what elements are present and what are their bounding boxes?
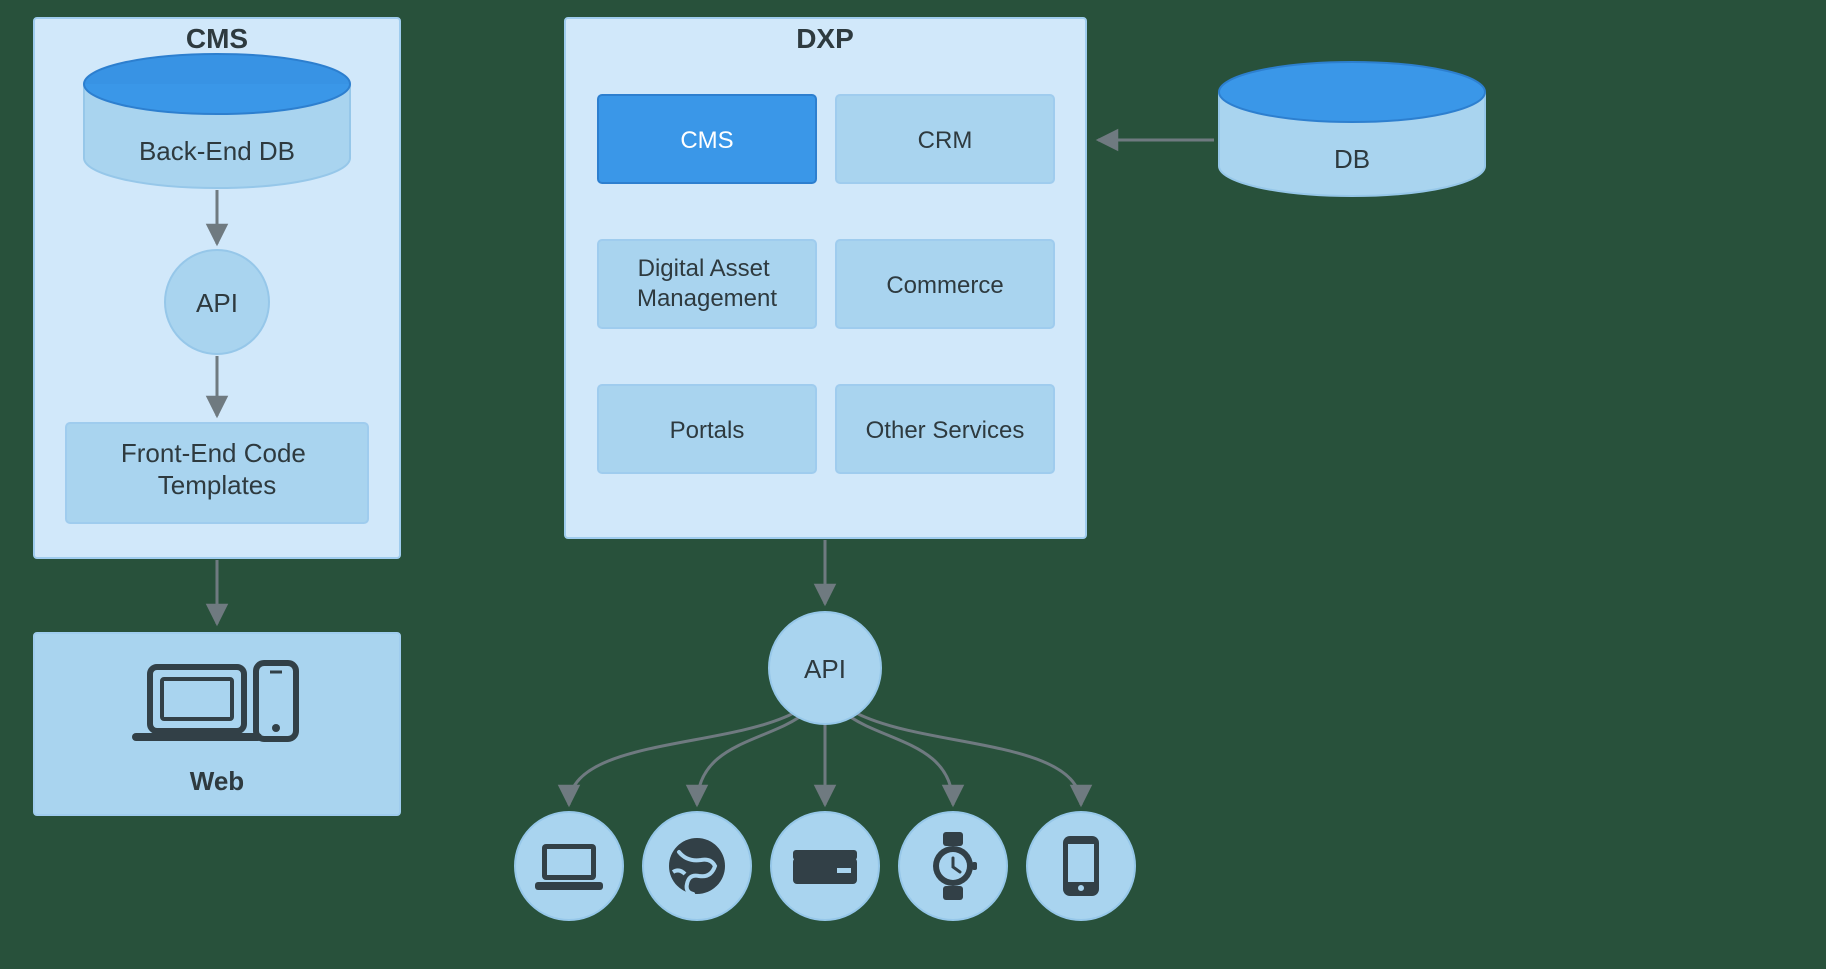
cms-title: CMS (186, 23, 248, 54)
dxp-title: DXP (796, 23, 854, 54)
dxp-card-commerce-label: Commerce (886, 272, 1003, 299)
dxp-card-crm-label: CRM (918, 127, 973, 154)
dxp-card-dam (598, 240, 816, 328)
dxp-card-portals-label: Portals (670, 417, 745, 444)
cms-api-label: API (196, 288, 238, 318)
backend-db-icon (84, 54, 350, 188)
channel-phone (1027, 812, 1135, 920)
channel-set-top (771, 812, 879, 920)
phone-icon (1063, 836, 1099, 896)
dxp-api-label: API (804, 654, 846, 684)
dxp-card-cms-label: CMS (680, 127, 733, 154)
channel-laptop (515, 812, 623, 920)
dxp-card-other-label: Other Services (866, 417, 1025, 444)
web-label: Web (190, 766, 244, 796)
globe-icon (669, 838, 725, 894)
channel-globe (643, 812, 751, 920)
external-db-label: DB (1334, 144, 1370, 174)
external-db-icon (1219, 62, 1485, 196)
laptop-icon (535, 844, 603, 890)
backend-db-label: Back-End DB (139, 136, 295, 166)
set-top-icon (793, 850, 857, 884)
channel-watch (899, 812, 1007, 920)
